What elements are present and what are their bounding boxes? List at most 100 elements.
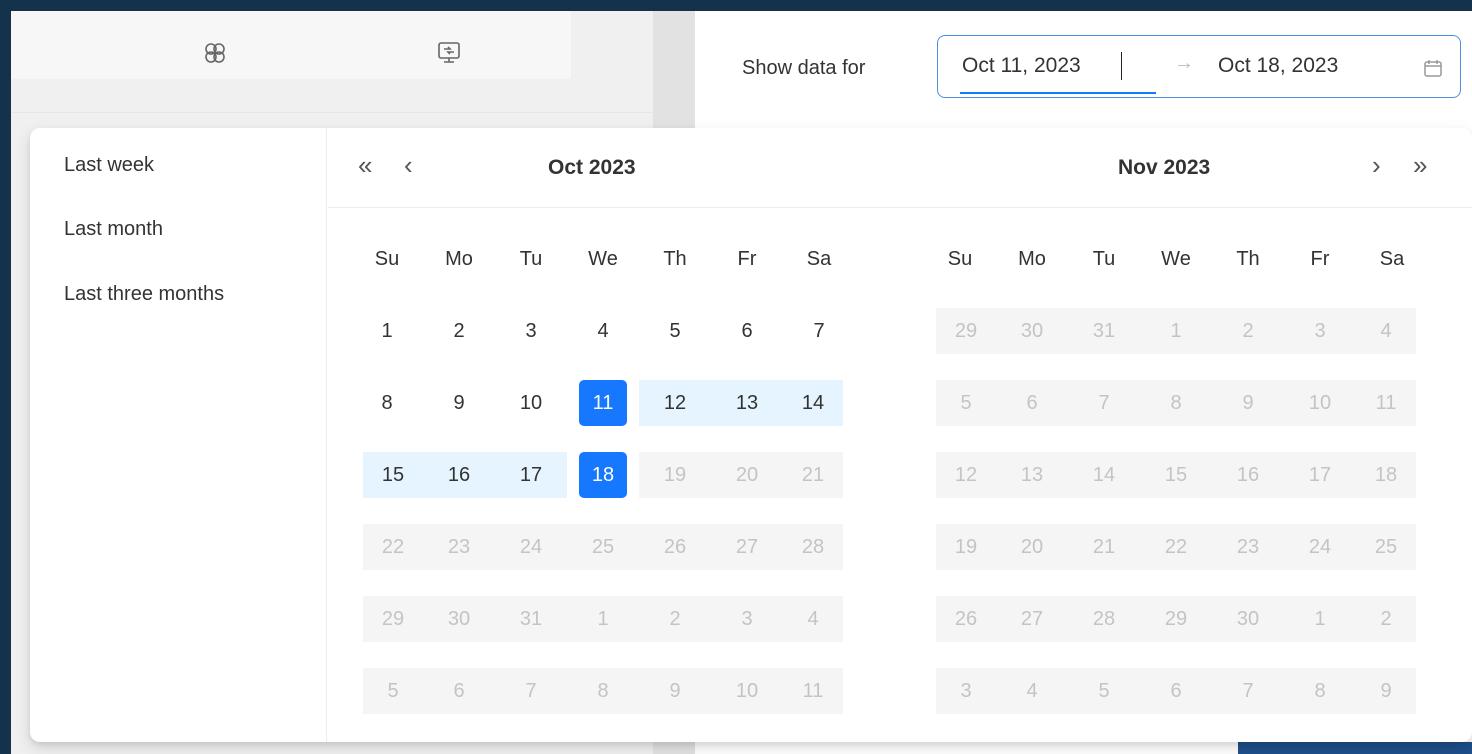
weekday-header: Th (663, 248, 687, 270)
calendar-day[interactable]: 5 (363, 668, 423, 714)
calendar-day[interactable]: 2 (435, 308, 483, 354)
start-date-input[interactable]: Oct 11, 2023 (962, 54, 1081, 78)
calendar-icon[interactable] (1422, 57, 1444, 79)
calendar-day[interactable]: 16 (423, 452, 495, 498)
calendar-day[interactable]: 8 (1140, 380, 1212, 426)
calendar-day[interactable]: 7 (795, 308, 843, 354)
calendar-day[interactable]: 29 (1140, 596, 1212, 642)
calendar-day[interactable]: 5 (651, 308, 699, 354)
calendar-day[interactable]: 1 (1140, 308, 1212, 354)
calendar-day[interactable]: 19 (639, 452, 711, 498)
prev-month-button[interactable]: ‹ (404, 152, 413, 178)
calendar-day[interactable]: 12 (639, 380, 711, 426)
calendar-day[interactable]: 22 (1140, 524, 1212, 570)
calendar-day[interactable]: 11 (783, 668, 843, 714)
calendar-day[interactable]: 25 (1356, 524, 1416, 570)
calendar-day[interactable]: 1 (1284, 596, 1356, 642)
calendar-day[interactable]: 10 (507, 380, 555, 426)
calendar-day[interactable]: 7 (1212, 668, 1284, 714)
calendar-day[interactable]: 9 (1356, 668, 1416, 714)
calendar-day[interactable]: 23 (1212, 524, 1284, 570)
calendar-day[interactable]: 8 (363, 380, 411, 426)
next-year-button[interactable]: » (1413, 152, 1427, 178)
calendar-day[interactable]: 30 (1212, 596, 1284, 642)
calendar-day[interactable]: 1 (567, 596, 639, 642)
calendar-day[interactable]: 10 (1284, 380, 1356, 426)
calendar-day[interactable]: 9 (1212, 380, 1284, 426)
calendar-day[interactable]: 2 (639, 596, 711, 642)
calendar-day[interactable]: 3 (507, 308, 555, 354)
calendar-day[interactable]: 21 (783, 452, 843, 498)
calendar-day[interactable]: 25 (567, 524, 639, 570)
calendar-day[interactable]: 24 (495, 524, 567, 570)
calendar-day[interactable]: 23 (423, 524, 495, 570)
calendar-day[interactable]: 7 (1068, 380, 1140, 426)
end-date-input[interactable]: Oct 18, 2023 (1218, 54, 1338, 78)
calendar-day[interactable]: 26 (639, 524, 711, 570)
calendar-day[interactable]: 12 (936, 452, 996, 498)
calendar-day[interactable]: 30 (423, 596, 495, 642)
calendar-day[interactable]: 9 (435, 380, 483, 426)
month-title-nov[interactable]: Nov 2023 (1118, 156, 1210, 180)
screen-share-icon[interactable] (432, 36, 466, 70)
calendar-day[interactable]: 2 (1356, 596, 1416, 642)
calendar-day[interactable]: 3 (711, 596, 783, 642)
pattern-icon[interactable] (198, 36, 232, 70)
calendar-day[interactable]: 17 (495, 452, 567, 498)
calendar-day[interactable]: 24 (1284, 524, 1356, 570)
calendar-day[interactable]: 14 (1068, 452, 1140, 498)
calendar-day[interactable]: 28 (1068, 596, 1140, 642)
calendar-day[interactable]: 4 (1356, 308, 1416, 354)
calendar-day[interactable]: 8 (1284, 668, 1356, 714)
calendar-day[interactable]: 11 (1356, 380, 1416, 426)
calendar-day[interactable]: 20 (711, 452, 783, 498)
calendar-day[interactable]: 8 (567, 668, 639, 714)
calendar-day[interactable]: 15 (1140, 452, 1212, 498)
calendar-day[interactable]: 19 (936, 524, 996, 570)
calendar-day[interactable]: 4 (996, 668, 1068, 714)
calendar-day[interactable]: 5 (1068, 668, 1140, 714)
calendar-day[interactable]: 16 (1212, 452, 1284, 498)
calendar-day[interactable]: 27 (711, 524, 783, 570)
preset-last-week[interactable]: Last week (64, 154, 154, 177)
calendar-day-selected[interactable]: 11 (579, 380, 627, 426)
calendar-day[interactable]: 6 (723, 308, 771, 354)
calendar-day[interactable]: 1 (363, 308, 411, 354)
calendar-day[interactable]: 10 (711, 668, 783, 714)
calendar-day[interactable]: 13 (996, 452, 1068, 498)
calendar-day-selected[interactable]: 18 (579, 452, 627, 498)
calendar-day[interactable]: 28 (783, 524, 843, 570)
calendar-day[interactable]: 15 (363, 452, 423, 498)
calendar-day[interactable]: 9 (639, 668, 711, 714)
calendar-day[interactable]: 29 (363, 596, 423, 642)
calendar-day[interactable]: 6 (1140, 668, 1212, 714)
calendar-day[interactable]: 26 (936, 596, 996, 642)
calendar-day[interactable]: 14 (783, 380, 843, 426)
calendar-day[interactable]: 3 (936, 668, 996, 714)
calendar-day[interactable]: 6 (423, 668, 495, 714)
calendar-day[interactable]: 31 (495, 596, 567, 642)
calendar-day[interactable]: 22 (363, 524, 423, 570)
calendar-day[interactable]: 18 (1356, 452, 1416, 498)
calendar-day[interactable]: 4 (783, 596, 843, 642)
prev-year-button[interactable]: « (358, 152, 372, 178)
preset-last-three-months[interactable]: Last three months (64, 283, 224, 306)
calendar-day[interactable]: 27 (996, 596, 1068, 642)
calendar-day[interactable]: 2 (1212, 308, 1284, 354)
calendar-day[interactable]: 6 (996, 380, 1068, 426)
calendar-day[interactable]: 30 (996, 308, 1068, 354)
calendar-day[interactable]: 17 (1284, 452, 1356, 498)
preset-last-month[interactable]: Last month (64, 218, 163, 241)
calendar-day[interactable]: 3 (1284, 308, 1356, 354)
calendar-day[interactable]: 21 (1068, 524, 1140, 570)
calendar-day[interactable]: 31 (1068, 308, 1140, 354)
calendar-day[interactable]: 7 (495, 668, 567, 714)
calendar-day[interactable]: 20 (996, 524, 1068, 570)
calendar-day[interactable]: 4 (579, 308, 627, 354)
calendar-day[interactable]: 29 (936, 308, 996, 354)
next-month-button[interactable]: › (1372, 152, 1381, 178)
date-range-input[interactable]: Oct 11, 2023 → Oct 18, 2023 (937, 35, 1461, 98)
calendar-day[interactable]: 13 (711, 380, 783, 426)
calendar-day[interactable]: 5 (936, 380, 996, 426)
month-title-oct[interactable]: Oct 2023 (548, 156, 636, 180)
